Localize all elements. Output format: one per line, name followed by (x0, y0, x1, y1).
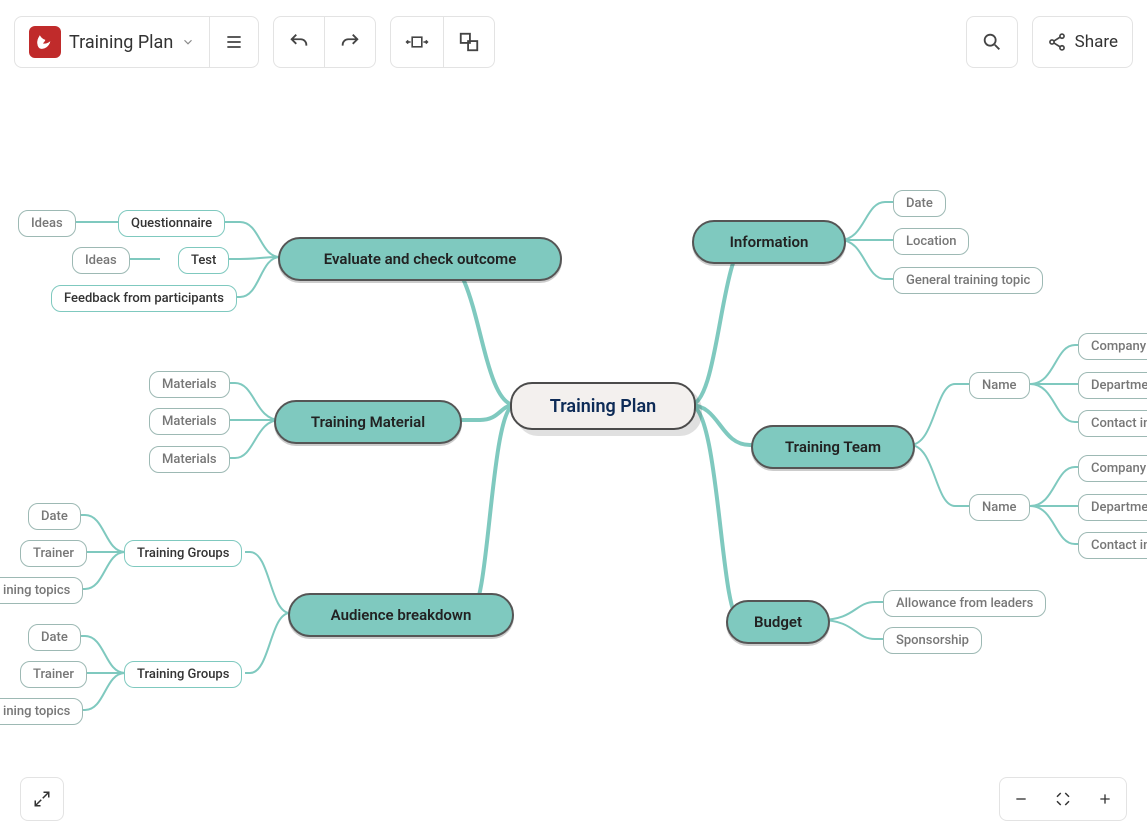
fit-width-icon (405, 33, 429, 51)
leaf-info-0[interactable]: Date (893, 190, 946, 217)
leaf-budget-1[interactable]: Sponsorship (883, 627, 982, 654)
history-group (273, 16, 376, 68)
leaf-material-1[interactable]: Materials (149, 408, 230, 435)
layout-icon (458, 31, 480, 53)
layout-button[interactable] (443, 17, 494, 67)
doc-title: Training Plan (69, 32, 173, 53)
leaf-material-2[interactable]: Materials (149, 446, 230, 473)
leaf-audience-g0[interactable]: Training Groups (124, 540, 242, 567)
doc-title-button[interactable]: Training Plan (15, 17, 209, 67)
fit-button[interactable] (391, 17, 443, 67)
leaf-audience-g1[interactable]: Training Groups (124, 661, 242, 688)
leaf-team-1-2[interactable]: Contact inf (1078, 532, 1147, 559)
leaf-team-0-2[interactable]: Contact inf (1078, 410, 1147, 437)
leaf-info-2[interactable]: General training topic (893, 267, 1043, 294)
menu-button[interactable] (209, 17, 258, 67)
chevron-down-icon (181, 35, 195, 49)
doc-group: Training Plan (14, 16, 259, 68)
right-toolbar: Share (966, 16, 1133, 68)
zoom-controls (999, 777, 1127, 821)
undo-button[interactable] (274, 17, 324, 67)
node-evaluate[interactable]: Evaluate and check outcome (278, 237, 562, 281)
leaf-material-0[interactable]: Materials (149, 371, 230, 398)
view-group (390, 16, 495, 68)
hamburger-icon (224, 32, 244, 52)
leaf-evaluate-0-sub[interactable]: Ideas (18, 210, 76, 237)
redo-button[interactable] (324, 17, 375, 67)
share-button[interactable]: Share (1032, 16, 1133, 68)
search-icon (981, 31, 1003, 53)
node-material[interactable]: Training Material (274, 400, 462, 444)
node-center[interactable]: Training Plan (510, 382, 696, 430)
node-budget[interactable]: Budget (726, 600, 830, 644)
node-audience[interactable]: Audience breakdown (288, 593, 514, 637)
leaf-team-0-1[interactable]: Departmen (1078, 372, 1147, 399)
fit-to-screen-button[interactable] (1042, 778, 1084, 820)
leaf-evaluate-1[interactable]: Test (178, 247, 229, 274)
zoom-out-button[interactable] (1000, 778, 1042, 820)
leaf-budget-0[interactable]: Allowance from leaders (883, 590, 1046, 617)
node-information[interactable]: Information (692, 220, 846, 264)
leaf-team-0[interactable]: Name (969, 372, 1030, 399)
leaf-audience-g0-1[interactable]: Trainer (20, 540, 87, 567)
leaf-team-1[interactable]: Name (969, 494, 1030, 521)
zoom-in-button[interactable] (1084, 778, 1126, 820)
node-team[interactable]: Training Team (751, 425, 915, 469)
leaf-team-1-1[interactable]: Departmen (1078, 494, 1147, 521)
undo-icon (288, 31, 310, 53)
leaf-audience-g1-2[interactable]: ining topics (0, 698, 83, 725)
mindmap-canvas[interactable]: Training Plan Evaluate and check outcome… (0, 70, 1147, 837)
leaf-evaluate-1-sub[interactable]: Ideas (72, 247, 130, 274)
share-icon (1047, 32, 1067, 52)
leaf-info-1[interactable]: Location (893, 228, 969, 255)
fullscreen-button[interactable] (20, 777, 64, 821)
search-button[interactable] (966, 16, 1018, 68)
expand-icon (33, 790, 51, 808)
leaf-evaluate-2[interactable]: Feedback from participants (51, 285, 237, 312)
leaf-team-0-0[interactable]: Company (1078, 333, 1147, 360)
redo-icon (339, 31, 361, 53)
app-logo-icon (29, 26, 61, 58)
leaf-evaluate-0[interactable]: Questionnaire (118, 210, 225, 237)
leaf-audience-g1-0[interactable]: Date (28, 624, 81, 651)
leaf-audience-g0-2[interactable]: ining topics (0, 577, 83, 604)
leaf-team-1-0[interactable]: Company (1078, 455, 1147, 482)
leaf-audience-g0-0[interactable]: Date (28, 503, 81, 530)
share-label: Share (1075, 32, 1118, 52)
leaf-audience-g1-1[interactable]: Trainer (20, 661, 87, 688)
